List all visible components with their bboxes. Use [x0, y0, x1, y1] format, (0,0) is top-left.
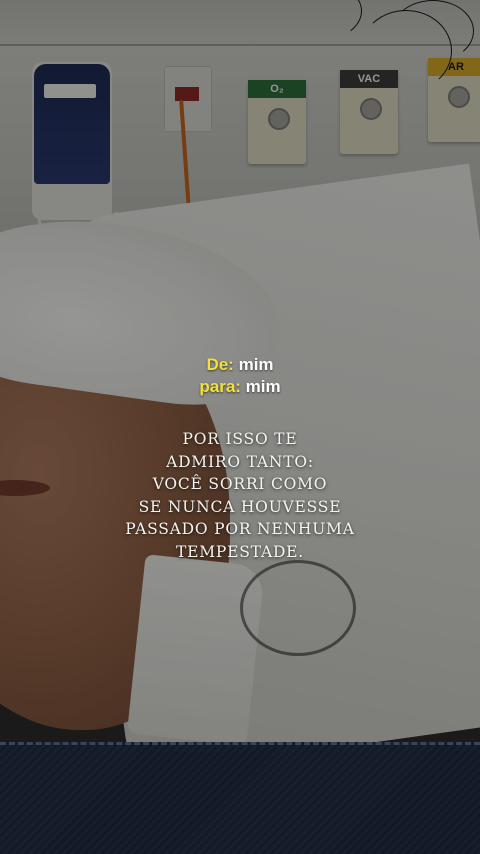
message-text: POR ISSO TE ADMIRO TANTO: VOCÊ SORRI COM… — [0, 428, 480, 563]
message-line: PASSADO POR NENHUMA — [125, 520, 355, 538]
from-label: De: — [206, 355, 234, 374]
message-line: TEMPESTADE. — [175, 542, 305, 561]
from-value: mim — [238, 355, 274, 374]
to-line: para: mim — [0, 376, 480, 398]
dark-overlay — [0, 0, 480, 854]
to-value: mim — [245, 377, 281, 396]
message-line: ADMIRO TANTO: — [166, 452, 314, 471]
from-to-header: De: mim para: mim — [0, 354, 480, 398]
background-photo: O₂ VAC AR — [0, 0, 480, 854]
from-line: De: mim — [0, 354, 480, 376]
message-line: POR ISSO TE — [182, 430, 298, 448]
message-line: SE NUNCA HOUVESSE — [138, 497, 342, 516]
message-line: VOCÊ SORRI COMO — [152, 475, 328, 493]
to-label: para: — [199, 377, 241, 396]
